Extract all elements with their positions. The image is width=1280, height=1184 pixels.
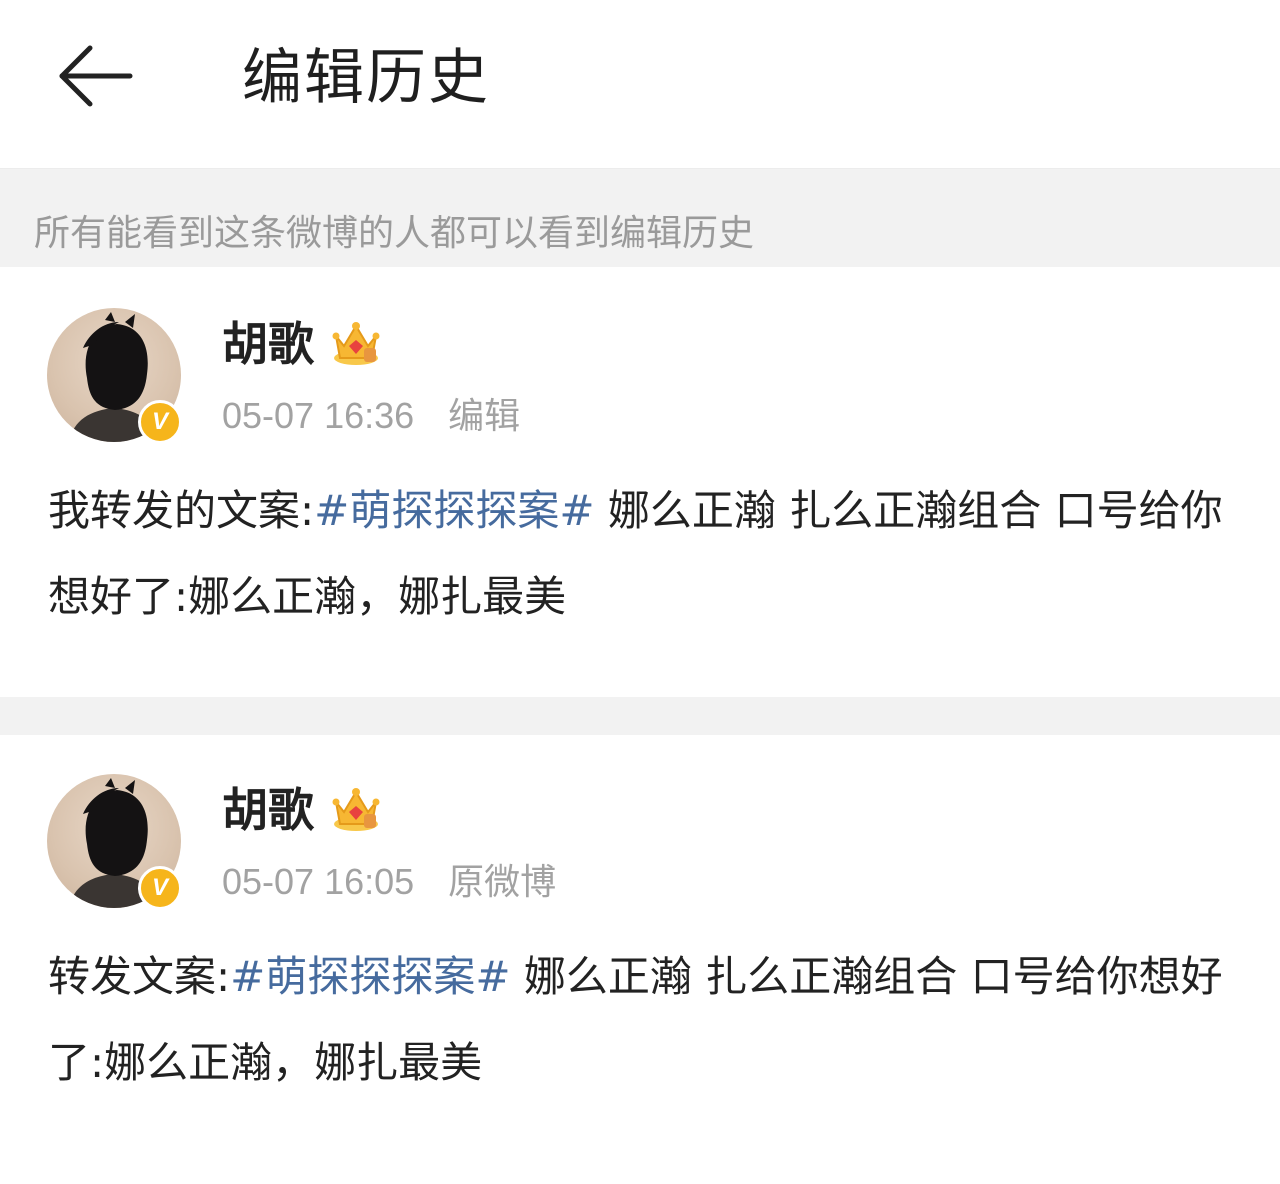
top-bar: 编辑历史 xyxy=(0,0,1280,169)
post-time: 05-07 16:36 xyxy=(222,395,415,436)
post-content: 我转发的文案:#萌探探探案# 娜么正瀚 扎么正瀚组合 口号给你想好了:娜么正瀚，… xyxy=(48,468,1238,640)
version-label: 编辑 xyxy=(448,395,521,436)
content-prefix: 转发文案: xyxy=(48,952,231,1001)
notice-text: 所有能看到这条微博的人都可以看到编辑历史 xyxy=(34,213,755,254)
back-button[interactable] xyxy=(52,40,140,112)
post-meta: 05-07 16:36 编辑 xyxy=(222,392,520,440)
crown-icon xyxy=(332,322,380,365)
content-prefix: 我转发的文案: xyxy=(48,486,315,535)
page-title: 编辑历史 xyxy=(242,43,490,113)
hashtag-link[interactable]: #萌探探探案# xyxy=(230,952,510,1001)
version-label: 原微博 xyxy=(448,861,557,902)
verified-badge-icon: V xyxy=(138,400,182,444)
section-divider xyxy=(0,697,1280,735)
post-content: 转发文案:#萌探探探案# 娜么正瀚 扎么正瀚组合 口号给你想好了:娜么正瀚，娜扎… xyxy=(48,934,1238,1106)
back-arrow-icon xyxy=(59,45,133,107)
hashtag-link[interactable]: #萌探探探案# xyxy=(314,486,594,535)
username[interactable]: 胡歌 xyxy=(222,780,314,840)
post-time: 05-07 16:05 xyxy=(222,861,415,902)
post-meta: 05-07 16:05 原微博 xyxy=(222,858,556,906)
verified-badge-icon: V xyxy=(138,866,182,910)
crown-icon xyxy=(332,788,380,831)
username[interactable]: 胡歌 xyxy=(222,314,314,374)
